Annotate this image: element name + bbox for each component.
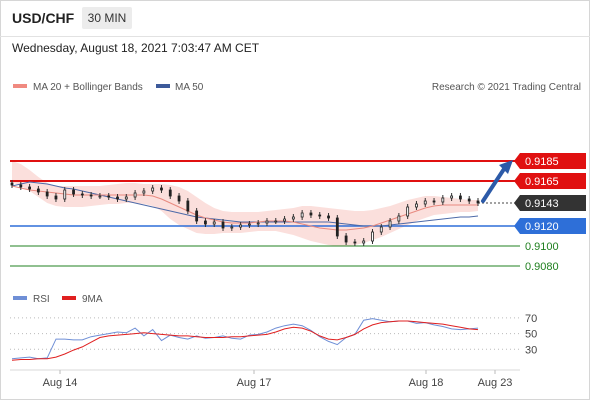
candle [19, 184, 23, 188]
candle [212, 221, 216, 225]
candle [186, 200, 190, 212]
candle [133, 192, 137, 198]
rsi-tick-50: 50 [525, 329, 537, 341]
candle [28, 186, 31, 190]
candle [406, 206, 410, 217]
candle [388, 220, 392, 228]
candle [204, 220, 207, 225]
price-chart: MA 20 + Bollinger Bands MA 50 Research ©… [10, 82, 586, 389]
candle [151, 187, 155, 192]
candle [160, 187, 163, 191]
ma20-legend-swatch [13, 84, 27, 88]
rsi-plot: 70 50 30 [10, 313, 537, 361]
credit-label: Research © 2021 Trading Central [432, 82, 581, 93]
projection-arrow [481, 167, 506, 203]
candle [371, 231, 374, 242]
ma9-legend-swatch [62, 296, 76, 300]
bollinger-band [12, 161, 478, 246]
candle [265, 220, 269, 224]
level-label-0.9143: 0.9143 [525, 198, 559, 210]
candle [230, 226, 234, 229]
level-label-0.9100: 0.9100 [525, 241, 559, 253]
candle [98, 195, 102, 198]
level-label-0.9165: 0.9165 [525, 176, 559, 188]
candle [353, 241, 357, 244]
candle [283, 218, 286, 222]
candle [72, 189, 75, 195]
x-label-Aug-17: Aug 17 [237, 377, 272, 389]
candle [309, 212, 313, 216]
x-axis: Aug 14 Aug 17 Aug 18 Aug 23 [43, 370, 513, 389]
candle [344, 235, 348, 243]
candle [80, 193, 84, 196]
ma20-legend-label: MA 20 + Bollinger Bands [33, 82, 143, 93]
candle [221, 221, 225, 229]
candle [116, 196, 119, 200]
x-label-Aug-18: Aug 18 [409, 377, 444, 389]
rsi-legend-label: RSI [33, 294, 50, 305]
price-plot: 0.9185 0.9165 0.9143 0.9120 0.9100 0.9080 [10, 153, 586, 273]
candle [54, 195, 58, 200]
rsi-tick-30: 30 [525, 344, 537, 356]
candle [239, 224, 243, 228]
candle [459, 195, 462, 200]
candle [168, 189, 172, 197]
level-label-0.9185: 0.9185 [525, 156, 559, 168]
candle [476, 200, 480, 204]
level-label-0.9120: 0.9120 [525, 221, 559, 233]
candle [177, 195, 181, 202]
ma9-legend-label: 9MA [82, 294, 103, 305]
candle [36, 188, 40, 193]
candle [274, 220, 278, 223]
x-label-Aug-23: Aug 23 [478, 377, 513, 389]
candle [450, 195, 454, 199]
rsi-9ma-line [11, 320, 479, 361]
candle [327, 215, 330, 219]
candle [124, 196, 128, 200]
candle [10, 182, 14, 186]
candle [432, 200, 436, 203]
candle [256, 222, 260, 225]
candle [89, 194, 93, 197]
candle [379, 226, 383, 233]
level-label-0.9080: 0.9080 [525, 261, 559, 273]
candle [195, 210, 199, 222]
candle [362, 240, 366, 244]
candle [107, 195, 111, 198]
candle [423, 200, 427, 205]
rsi-tick-70: 70 [525, 313, 537, 325]
candle [397, 215, 401, 222]
candle [63, 189, 67, 200]
candle [415, 203, 418, 208]
x-label-Aug-14: Aug 14 [43, 377, 78, 389]
candle [335, 217, 339, 237]
candle [247, 223, 251, 226]
candle [45, 191, 49, 197]
candle [467, 198, 471, 202]
candle [318, 214, 322, 217]
candle [291, 216, 295, 220]
ma50-legend-label: MA 50 [175, 82, 204, 93]
rsi-legend-swatch [13, 296, 27, 300]
candle [300, 212, 304, 218]
candle [142, 190, 146, 194]
rsi-line [11, 318, 479, 360]
ma50-legend-swatch [156, 84, 170, 88]
candle [441, 197, 445, 203]
